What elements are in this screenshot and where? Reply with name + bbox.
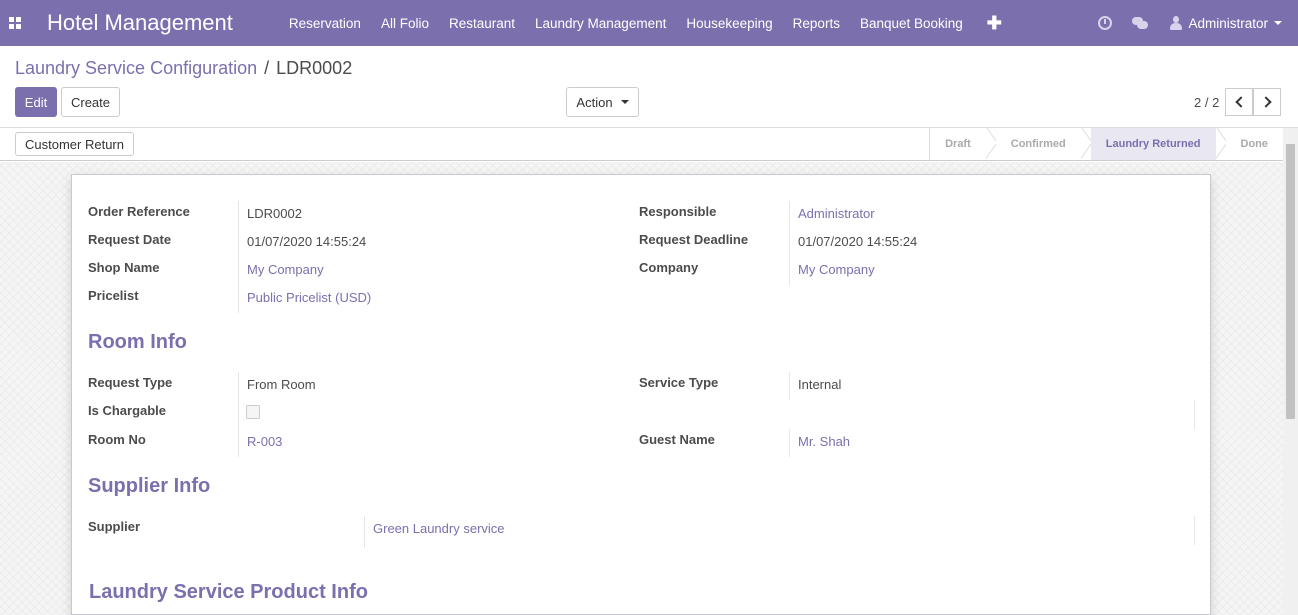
activity-clock-icon[interactable] bbox=[1098, 16, 1113, 30]
breadcrumb-parent[interactable]: Laundry Service Configuration bbox=[15, 58, 257, 79]
supplier-info-title: Supplier Info bbox=[88, 475, 211, 497]
field-divider bbox=[1194, 400, 1195, 429]
field-divider bbox=[238, 201, 239, 313]
product-info-title: Laundry Service Product Info bbox=[89, 581, 368, 603]
navbar-systray: Administrator bbox=[1098, 0, 1298, 46]
edit-button[interactable]: Edit bbox=[15, 87, 57, 117]
stage-draft[interactable]: Draft bbox=[930, 128, 986, 160]
action-dropdown[interactable]: Action bbox=[566, 87, 639, 117]
pager-value[interactable]: 2 / 2 bbox=[1194, 95, 1219, 110]
field-divider bbox=[238, 372, 239, 457]
pricelist-label: Pricelist bbox=[88, 288, 139, 303]
pricelist-link[interactable]: Public Pricelist (USD) bbox=[247, 290, 371, 305]
breadcrumb: Laundry Service Configuration / LDR0002 bbox=[15, 58, 352, 79]
form-sheet: Order Reference LDR0002 Request Date 01/… bbox=[71, 174, 1211, 615]
field-divider bbox=[364, 516, 365, 548]
field-divider bbox=[1194, 516, 1195, 545]
messages-chat-icon[interactable] bbox=[1132, 17, 1149, 29]
breadcrumb-current: LDR0002 bbox=[276, 58, 353, 78]
pager-next-button[interactable] bbox=[1253, 88, 1281, 116]
form-statusbar: Customer Return Draft Confirmed Laundry … bbox=[0, 128, 1298, 161]
main-menu: Reservation All Folio Restaurant Laundry… bbox=[279, 0, 1002, 46]
customer-return-button[interactable]: Customer Return bbox=[15, 132, 134, 156]
pager-previous-button[interactable] bbox=[1225, 88, 1253, 116]
menu-reports[interactable]: Reports bbox=[783, 16, 850, 31]
menu-all-folio[interactable]: All Folio bbox=[371, 16, 439, 31]
menu-banquet-booking[interactable]: Banquet Booking bbox=[850, 16, 973, 31]
room-info-title: Room Info bbox=[88, 331, 187, 353]
chevron-right-icon bbox=[1259, 96, 1272, 108]
supplier-label: Supplier bbox=[88, 519, 141, 534]
room-no-link[interactable]: R-003 bbox=[247, 434, 282, 449]
shop-name-label: Shop Name bbox=[88, 260, 160, 275]
responsible-label: Responsible bbox=[639, 204, 717, 219]
menu-laundry-management[interactable]: Laundry Management bbox=[525, 16, 676, 31]
stage-confirmed[interactable]: Confirmed bbox=[996, 128, 1081, 160]
service-type-label: Service Type bbox=[639, 375, 719, 390]
scrollbar[interactable] bbox=[1283, 128, 1298, 615]
action-label: Action bbox=[576, 94, 613, 110]
create-button[interactable]: Create bbox=[61, 87, 120, 117]
menu-restaurant[interactable]: Restaurant bbox=[439, 16, 525, 31]
stage-done[interactable]: Done bbox=[1226, 128, 1284, 160]
user-menu[interactable]: Administrator bbox=[1188, 16, 1268, 31]
breadcrumb-separator: / bbox=[264, 58, 270, 78]
is-chargable-label: Is Chargable bbox=[88, 403, 167, 418]
field-divider bbox=[789, 201, 790, 285]
menu-housekeeping[interactable]: Housekeeping bbox=[676, 16, 782, 31]
company-link[interactable]: My Company bbox=[798, 262, 875, 277]
request-deadline-value: 01/07/2020 14:55:24 bbox=[798, 234, 918, 249]
menu-reservation[interactable]: Reservation bbox=[279, 16, 371, 31]
responsible-link[interactable]: Administrator bbox=[798, 206, 875, 221]
chevron-down-icon bbox=[620, 100, 629, 104]
apps-menu-icon[interactable] bbox=[0, 0, 30, 46]
request-date-value: 01/07/2020 14:55:24 bbox=[247, 234, 367, 249]
request-type-value: From Room bbox=[247, 377, 316, 392]
field-divider bbox=[789, 429, 790, 457]
scrollbar-thumb[interactable] bbox=[1286, 144, 1295, 419]
stage-divider bbox=[986, 128, 996, 160]
is-chargable-checkbox[interactable] bbox=[246, 405, 260, 419]
stage-laundry-returned[interactable]: Laundry Returned bbox=[1090, 128, 1216, 160]
app-brand[interactable]: Hotel Management bbox=[47, 10, 233, 36]
field-divider bbox=[789, 372, 790, 400]
room-no-label: Room No bbox=[88, 432, 146, 447]
request-deadline-label: Request Deadline bbox=[639, 232, 749, 247]
status-stages: Draft Confirmed Laundry Returned Done bbox=[929, 128, 1283, 160]
user-icon[interactable] bbox=[1170, 16, 1183, 30]
stage-divider bbox=[1216, 128, 1226, 160]
service-type-value: Internal bbox=[798, 377, 842, 392]
shop-name-link[interactable]: My Company bbox=[247, 262, 324, 277]
supplier-link[interactable]: Green Laundry service bbox=[373, 521, 505, 536]
chevron-down-icon[interactable] bbox=[1274, 21, 1282, 25]
order-reference-label: Order Reference bbox=[88, 204, 190, 219]
request-date-label: Request Date bbox=[88, 232, 172, 247]
request-type-label: Request Type bbox=[88, 375, 173, 390]
chevron-left-icon bbox=[1234, 96, 1247, 108]
guest-name-link[interactable]: Mr. Shah bbox=[798, 434, 850, 449]
order-reference-value: LDR0002 bbox=[247, 206, 302, 221]
plus-icon[interactable]: ✚ bbox=[987, 13, 1002, 34]
stage-divider bbox=[1081, 128, 1091, 160]
top-navbar: Hotel Management Reservation All Folio R… bbox=[0, 0, 1298, 46]
guest-name-label: Guest Name bbox=[639, 432, 715, 447]
company-label: Company bbox=[639, 260, 699, 275]
